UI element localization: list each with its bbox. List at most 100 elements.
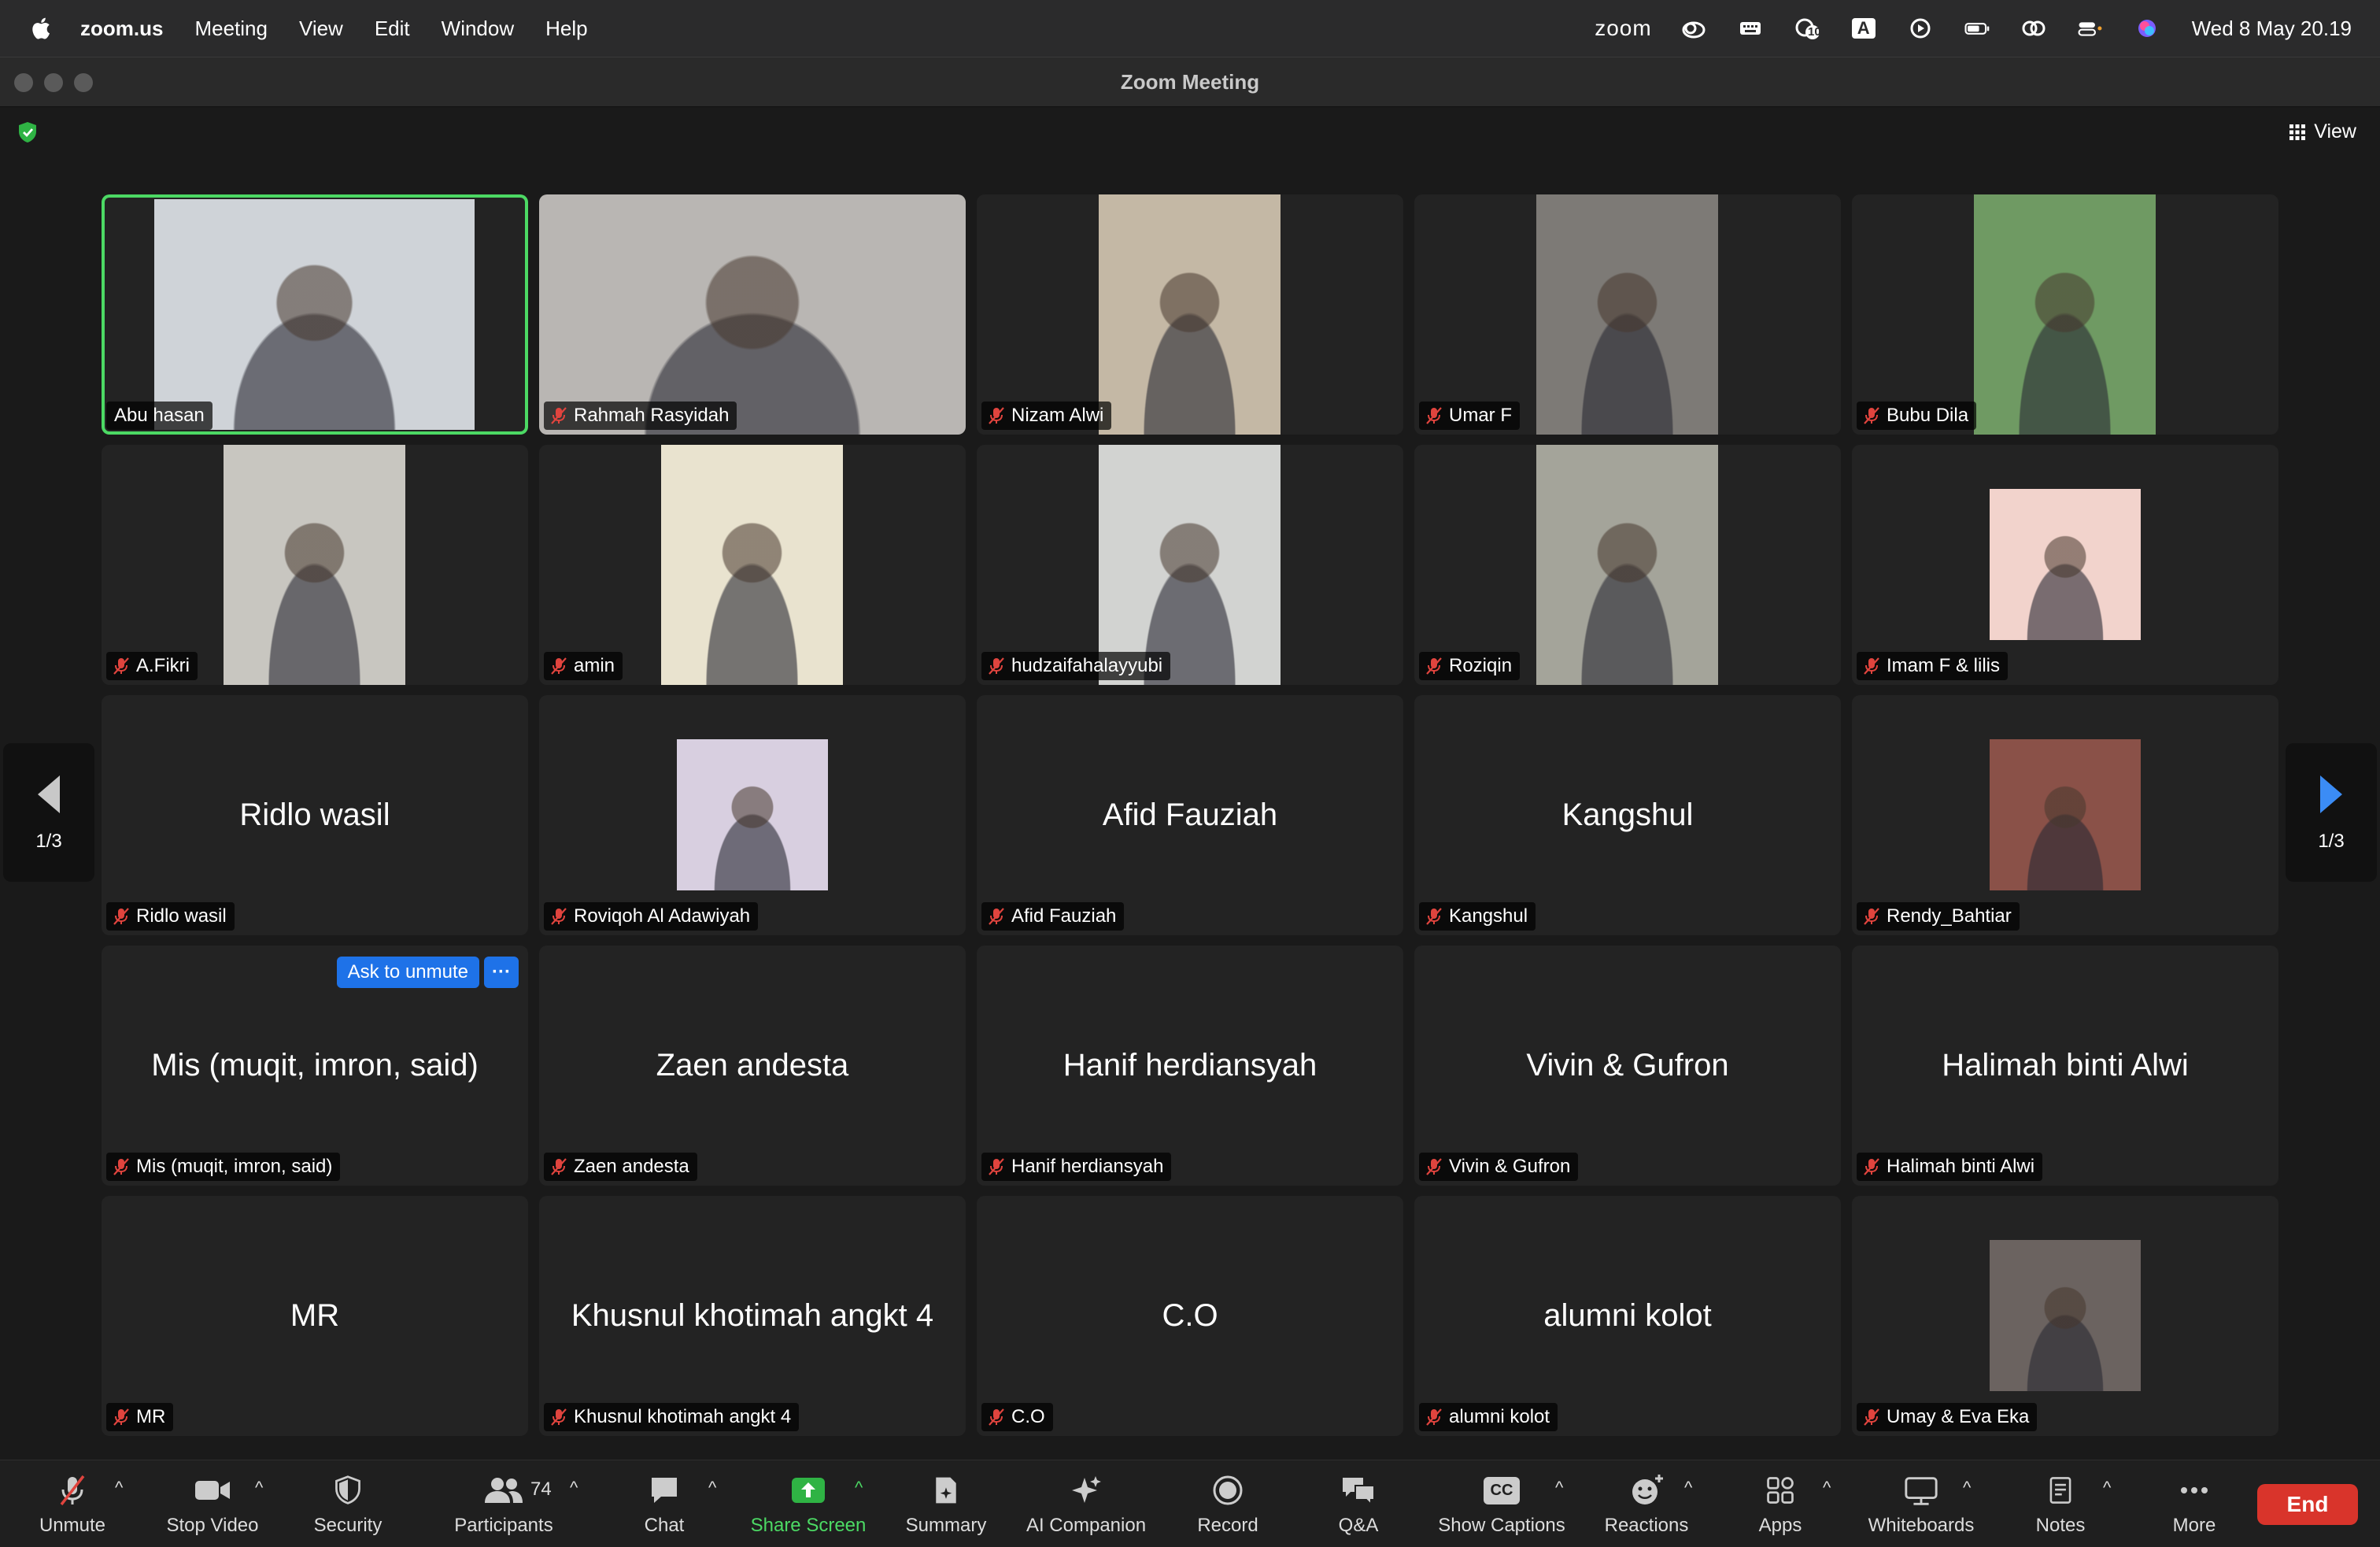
- video-tile[interactable]: Hanif herdiansyah Hanif herdiansyah: [977, 946, 1403, 1186]
- participants-count: 74: [530, 1479, 552, 1500]
- video-tile[interactable]: MR MR: [102, 1196, 528, 1436]
- unmute-button[interactable]: Unmute: [31, 1460, 113, 1547]
- menu-help[interactable]: Help: [545, 17, 587, 41]
- captions-options-caret[interactable]: ^: [1555, 1478, 1563, 1498]
- chat-options-caret[interactable]: ^: [708, 1478, 716, 1498]
- reactions-options-caret[interactable]: ^: [1684, 1478, 1692, 1498]
- participant-video: [661, 445, 843, 685]
- video-tile[interactable]: Kangshul Kangshul: [1414, 695, 1841, 935]
- audio-options-caret[interactable]: ^: [115, 1478, 123, 1498]
- video-tile[interactable]: alumni kolot alumni kolot: [1414, 1196, 1841, 1436]
- video-tile[interactable]: Ridlo wasil Ridlo wasil: [102, 695, 528, 935]
- muted-mic-icon: [1864, 1408, 1879, 1426]
- video-tile[interactable]: Roviqoh Al Adawiyah: [539, 695, 966, 935]
- view-button[interactable]: View: [2289, 120, 2356, 143]
- video-tile[interactable]: hudzaifahalayyubi: [977, 445, 1403, 685]
- video-tile[interactable]: amin: [539, 445, 966, 685]
- next-page-button[interactable]: 1/3: [2286, 743, 2377, 882]
- video-tile[interactable]: Zaen andesta Zaen andesta: [539, 946, 966, 1186]
- keyboard-icon[interactable]: [1735, 17, 1765, 40]
- video-tile[interactable]: Afid Fauziah Afid Fauziah: [977, 695, 1403, 935]
- video-tile[interactable]: Rendy_Bahtiar: [1852, 695, 2278, 935]
- security-button[interactable]: Security: [301, 1460, 395, 1547]
- notes-button[interactable]: Notes: [2023, 1460, 2098, 1547]
- show-captions-button[interactable]: CC Show Captions: [1425, 1460, 1579, 1547]
- notification-badge-icon[interactable]: 10: [1792, 17, 1822, 40]
- apps-button[interactable]: Apps: [1747, 1460, 1813, 1547]
- video-tile[interactable]: C.O C.O: [977, 1196, 1403, 1436]
- whiteboards-options-caret[interactable]: ^: [1963, 1478, 1971, 1498]
- share-screen-button[interactable]: Share Screen: [741, 1460, 875, 1547]
- zoom-window-button[interactable]: [74, 73, 93, 92]
- video-tile[interactable]: Ask to unmute ··· Mis (muqit, imron, sai…: [102, 946, 528, 1186]
- reactions-button[interactable]: Reactions: [1598, 1460, 1695, 1547]
- whiteboards-button[interactable]: Whiteboards: [1862, 1460, 1980, 1547]
- notes-options-caret[interactable]: ^: [2103, 1478, 2111, 1498]
- menu-edit[interactable]: Edit: [375, 17, 410, 41]
- video-tile[interactable]: Roziqin: [1414, 445, 1841, 685]
- screen-mirroring-icon[interactable]: [2019, 17, 2049, 40]
- more-button[interactable]: More: [2156, 1460, 2232, 1547]
- share-options-caret[interactable]: ^: [855, 1478, 863, 1498]
- participant-name-label: Rendy_Bahtiar: [1857, 902, 2020, 931]
- control-center-icon[interactable]: [2075, 17, 2105, 40]
- video-tile[interactable]: A.Fikri: [102, 445, 528, 685]
- participant-name: Abu hasan: [114, 405, 205, 426]
- video-tile[interactable]: Khusnul khotimah angkt 4 Khusnul khotima…: [539, 1196, 966, 1436]
- summary-button[interactable]: Summary: [897, 1460, 995, 1547]
- chat-button[interactable]: Chat: [628, 1460, 700, 1547]
- play-icon[interactable]: [1905, 17, 1935, 40]
- video-tile[interactable]: Imam F & lilis: [1852, 445, 2278, 685]
- participant-video: [1099, 194, 1281, 435]
- stop-video-button[interactable]: Stop Video: [157, 1460, 268, 1547]
- participant-name-label: Zaen andesta: [544, 1153, 697, 1181]
- muted-mic-icon: [1864, 1158, 1879, 1175]
- video-tile[interactable]: Halimah binti Alwi Halimah binti Alwi: [1852, 946, 2278, 1186]
- video-tile[interactable]: Umay & Eva Eka: [1852, 1196, 2278, 1436]
- minimize-window-button[interactable]: [44, 73, 63, 92]
- chevron-left-icon: [38, 775, 60, 813]
- participants-options-caret[interactable]: ^: [570, 1478, 578, 1498]
- menu-window[interactable]: Window: [442, 17, 514, 41]
- ai-companion-button[interactable]: AI Companion: [1022, 1460, 1151, 1547]
- video-tile[interactable]: Abu hasan: [102, 194, 528, 435]
- apps-options-caret[interactable]: ^: [1823, 1478, 1831, 1498]
- page-indicator-right: 1/3: [2318, 831, 2345, 852]
- zoom-status-item[interactable]: zoom: [1595, 16, 1651, 41]
- whiteboards-label: Whiteboards: [1868, 1515, 1975, 1536]
- battery-icon[interactable]: [1962, 17, 1992, 40]
- record-icon: [1213, 1475, 1243, 1505]
- menubar-clock[interactable]: Wed 8 May 20.19: [2192, 17, 2352, 41]
- participant-name-label: Roviqoh Al Adawiyah: [544, 902, 759, 931]
- participant-display-name: Hanif herdiansyah: [1062, 1048, 1318, 1083]
- participant-display-name: C.O: [1162, 1298, 1218, 1333]
- apple-icon[interactable]: [28, 16, 52, 41]
- encryption-shield-icon[interactable]: [16, 120, 39, 144]
- muted-mic-icon: [1864, 657, 1879, 675]
- menu-meeting[interactable]: Meeting: [194, 17, 268, 41]
- menu-view[interactable]: View: [299, 17, 343, 41]
- participant-video: [1536, 194, 1718, 435]
- input-source-icon[interactable]: A: [1849, 17, 1879, 40]
- video-options-caret[interactable]: ^: [255, 1478, 263, 1498]
- video-tile[interactable]: Bubu Dila: [1852, 194, 2278, 435]
- video-tile[interactable]: Nizam Alwi: [977, 194, 1403, 435]
- record-button[interactable]: Record: [1190, 1460, 1266, 1547]
- muted-mic-icon: [1864, 407, 1879, 424]
- video-tile[interactable]: Vivin & Gufron Vivin & Gufron: [1414, 946, 1841, 1186]
- close-window-button[interactable]: [14, 73, 33, 92]
- video-tile[interactable]: Umar F: [1414, 194, 1841, 435]
- participant-name-label: Abu hasan: [106, 402, 213, 430]
- security-shield-icon: [335, 1475, 360, 1504]
- siri-icon[interactable]: [2132, 17, 2162, 40]
- menu-app-name[interactable]: zoom.us: [80, 17, 163, 41]
- previous-page-button[interactable]: 1/3: [3, 743, 94, 882]
- whiteboard-icon: [1905, 1477, 1938, 1505]
- participant-name: Rendy_Bahtiar: [1887, 905, 2012, 927]
- creative-cloud-icon[interactable]: [1679, 17, 1709, 40]
- end-meeting-button[interactable]: End: [2257, 1484, 2358, 1525]
- video-tile[interactable]: Rahmah Rasyidah: [539, 194, 966, 435]
- participants-button[interactable]: 74 Participants: [441, 1460, 567, 1547]
- qa-button[interactable]: Q&A: [1322, 1460, 1395, 1547]
- view-label: View: [2314, 120, 2356, 142]
